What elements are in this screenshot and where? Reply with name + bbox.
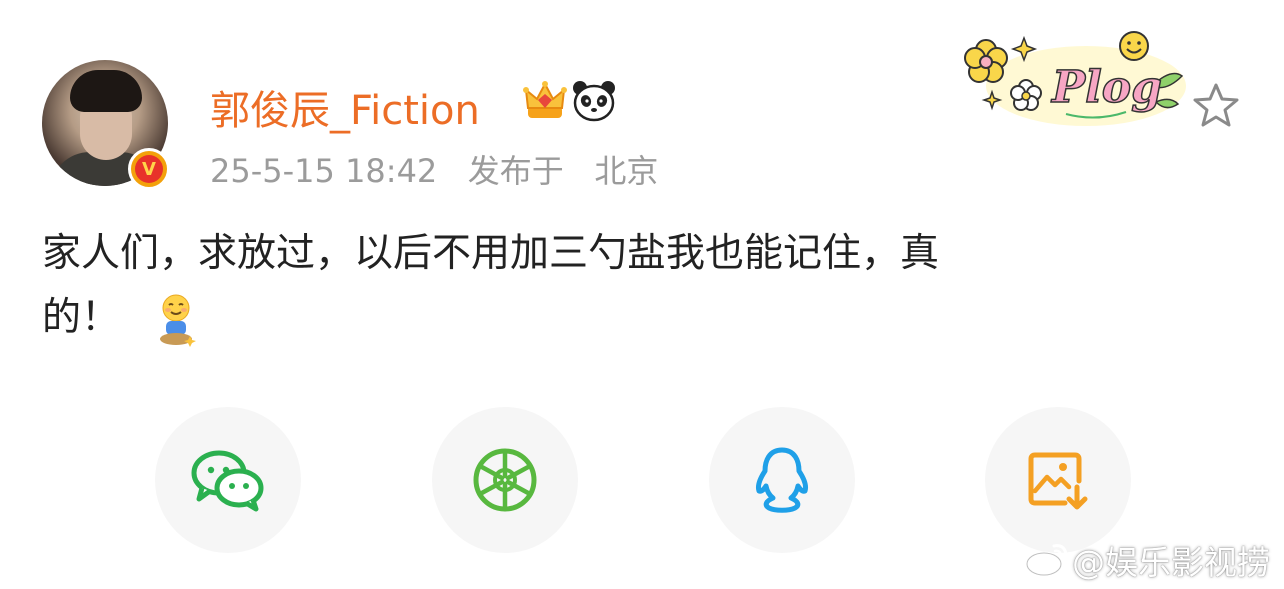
post-location: 北京 [594, 152, 659, 190]
watermark-text: @娱乐影视捞 [1072, 543, 1270, 582]
post-content: 家人们，求放过，以后不用加三勺盐我也能记住，真 的！ [42, 222, 1192, 350]
share-moments-button[interactable] [432, 407, 578, 553]
post-content-line-1: 家人们，求放过，以后不用加三勺盐我也能记住，真 [42, 231, 940, 276]
star-icon[interactable] [1192, 82, 1240, 128]
qq-icon [756, 447, 808, 513]
plog-text: Plog [1050, 62, 1162, 113]
plog-sticker-icon: Plog [964, 31, 1186, 126]
verified-badge-icon: V [128, 148, 170, 190]
avatar-hair [70, 70, 142, 112]
smiling-sitting-emoji-icon [160, 294, 196, 347]
post-timestamp: 25-5-15 18:42 [210, 152, 438, 190]
username[interactable]: 郭俊辰_Fiction [210, 78, 480, 136]
weibo-logo-icon [1025, 544, 1068, 577]
verified-badge-label: V [135, 155, 163, 183]
save-image-icon [1028, 452, 1088, 510]
post-meta: 25-5-15 18:42 发布于 北京 [210, 146, 658, 192]
wechat-icon [191, 450, 264, 512]
share-qq-button[interactable] [709, 407, 855, 553]
panda-icon [573, 81, 615, 122]
share-wechat-button[interactable] [155, 407, 301, 553]
published-label: 发布于 [467, 152, 564, 190]
crown-icon [523, 81, 567, 118]
moments-icon [473, 448, 537, 512]
save-image-button[interactable] [985, 407, 1131, 553]
post-content-line-2: 的！ [42, 295, 121, 340]
